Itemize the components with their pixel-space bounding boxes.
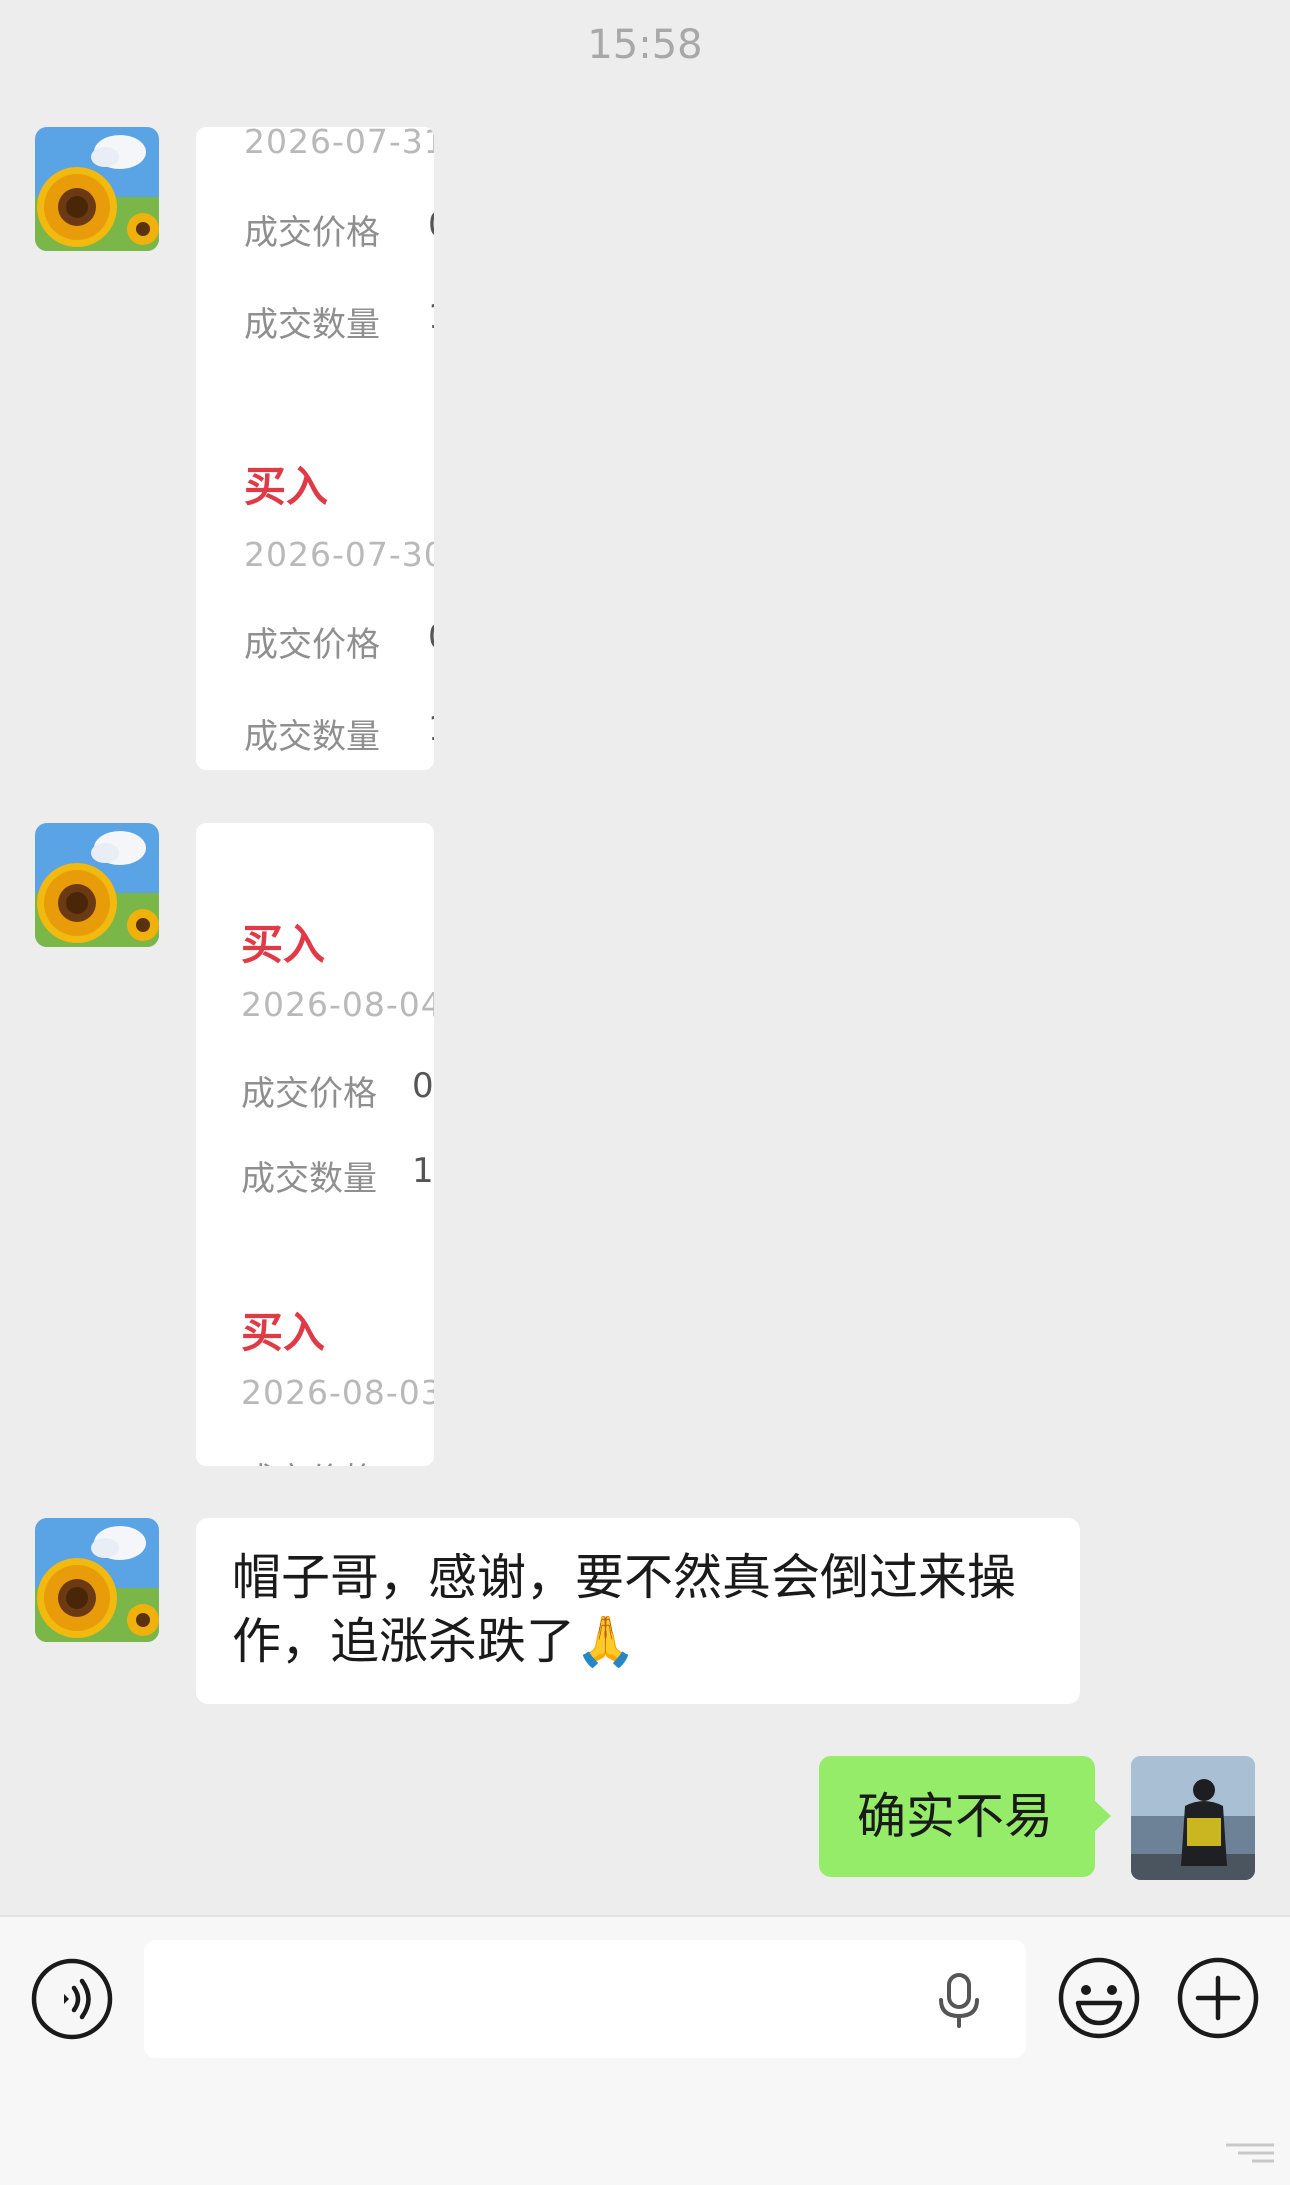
resize-grip-icon [1220, 2137, 1280, 2167]
trade-date: 2026-07-30 [244, 535, 434, 574]
praying-hands-emoji: 🙏 [575, 1613, 637, 1670]
buy-label: 买入 [241, 1308, 326, 1357]
quantity-value: 1 [412, 1151, 434, 1191]
trade-screenshot-card[interactable]: 2026-07-31 成交价格 0 成交数量 1 买入 2026-07-30 成… [196, 127, 434, 770]
price-label: 成交价格 [241, 1074, 377, 1114]
message-line: 作，追涨杀跌了 [232, 1613, 576, 1670]
message-input[interactable] [144, 1940, 1026, 2058]
emoji-icon[interactable] [1056, 1955, 1142, 2041]
sunflower-avatar[interactable] [35, 1518, 159, 1642]
price-value: 0. [412, 1066, 434, 1106]
message-text: 确实不易 [857, 1787, 1054, 1845]
buy-label: 买入 [244, 462, 329, 511]
quantity-value: 1 [428, 709, 434, 749]
quantity-label: 成交数量 [244, 717, 380, 757]
quantity-label: 成交数量 [241, 1159, 377, 1199]
plus-icon[interactable] [1175, 1955, 1261, 2041]
chat-area: 15:58 2026-07-31 成交价格 0 成交数量 1 买入 2026-0… [0, 0, 1290, 1915]
sunflower-avatar[interactable] [35, 823, 159, 947]
price-value: 0 [428, 617, 434, 657]
voice-mode-icon[interactable] [30, 1957, 114, 2041]
buy-label: 买入 [241, 920, 326, 969]
incoming-message-bubble[interactable]: 帽子哥，感谢，要不然真会倒过来操 作，追涨杀跌了🙏 [196, 1518, 1080, 1704]
quantity-label: 成交数量 [244, 305, 380, 345]
message-timestamp: 15:58 [587, 22, 703, 68]
message-line: 帽子哥，感谢，要不然真会倒过来操 [232, 1549, 1017, 1606]
input-toolbar [0, 1915, 1290, 2185]
price-label: 成交价格 [241, 1453, 377, 1466]
trade-date: 2026-07-31 [244, 127, 434, 161]
sunflower-avatar[interactable] [35, 127, 159, 251]
trade-date: 2026-08-04 [241, 985, 434, 1024]
price-label: 成交价格 [244, 213, 380, 253]
outgoing-message-bubble[interactable]: 确实不易 [819, 1756, 1111, 1877]
price-value: 0 [428, 205, 434, 245]
microphone-icon[interactable] [929, 1970, 989, 2030]
trade-screenshot-card[interactable]: 买入 2026-08-04 成交价格 0. 成交数量 1 买入 2026-08-… [196, 823, 434, 1466]
trade-date: 2026-08-03 [241, 1373, 434, 1412]
quantity-value: 1 [428, 297, 434, 337]
price-label: 成交价格 [244, 625, 380, 665]
user-avatar[interactable] [1131, 1756, 1255, 1880]
